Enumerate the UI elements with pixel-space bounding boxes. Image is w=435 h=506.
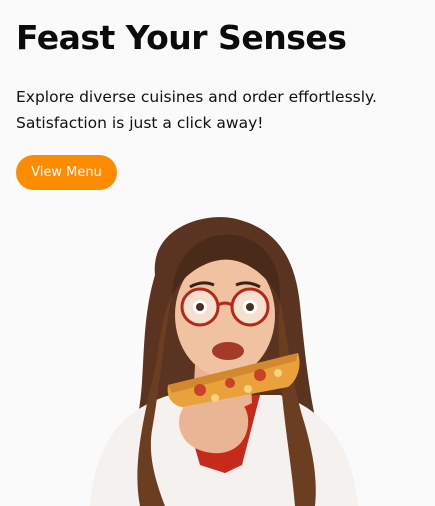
hero-image-woman-eating-pizza <box>90 217 358 506</box>
hero-section: Feast Your Senses Explore diverse cuisin… <box>0 0 435 506</box>
hero-title: Feast Your Senses <box>16 18 347 57</box>
view-menu-button[interactable]: View Menu <box>16 155 117 190</box>
hero-subtitle: Explore diverse cuisines and order effor… <box>16 88 377 132</box>
